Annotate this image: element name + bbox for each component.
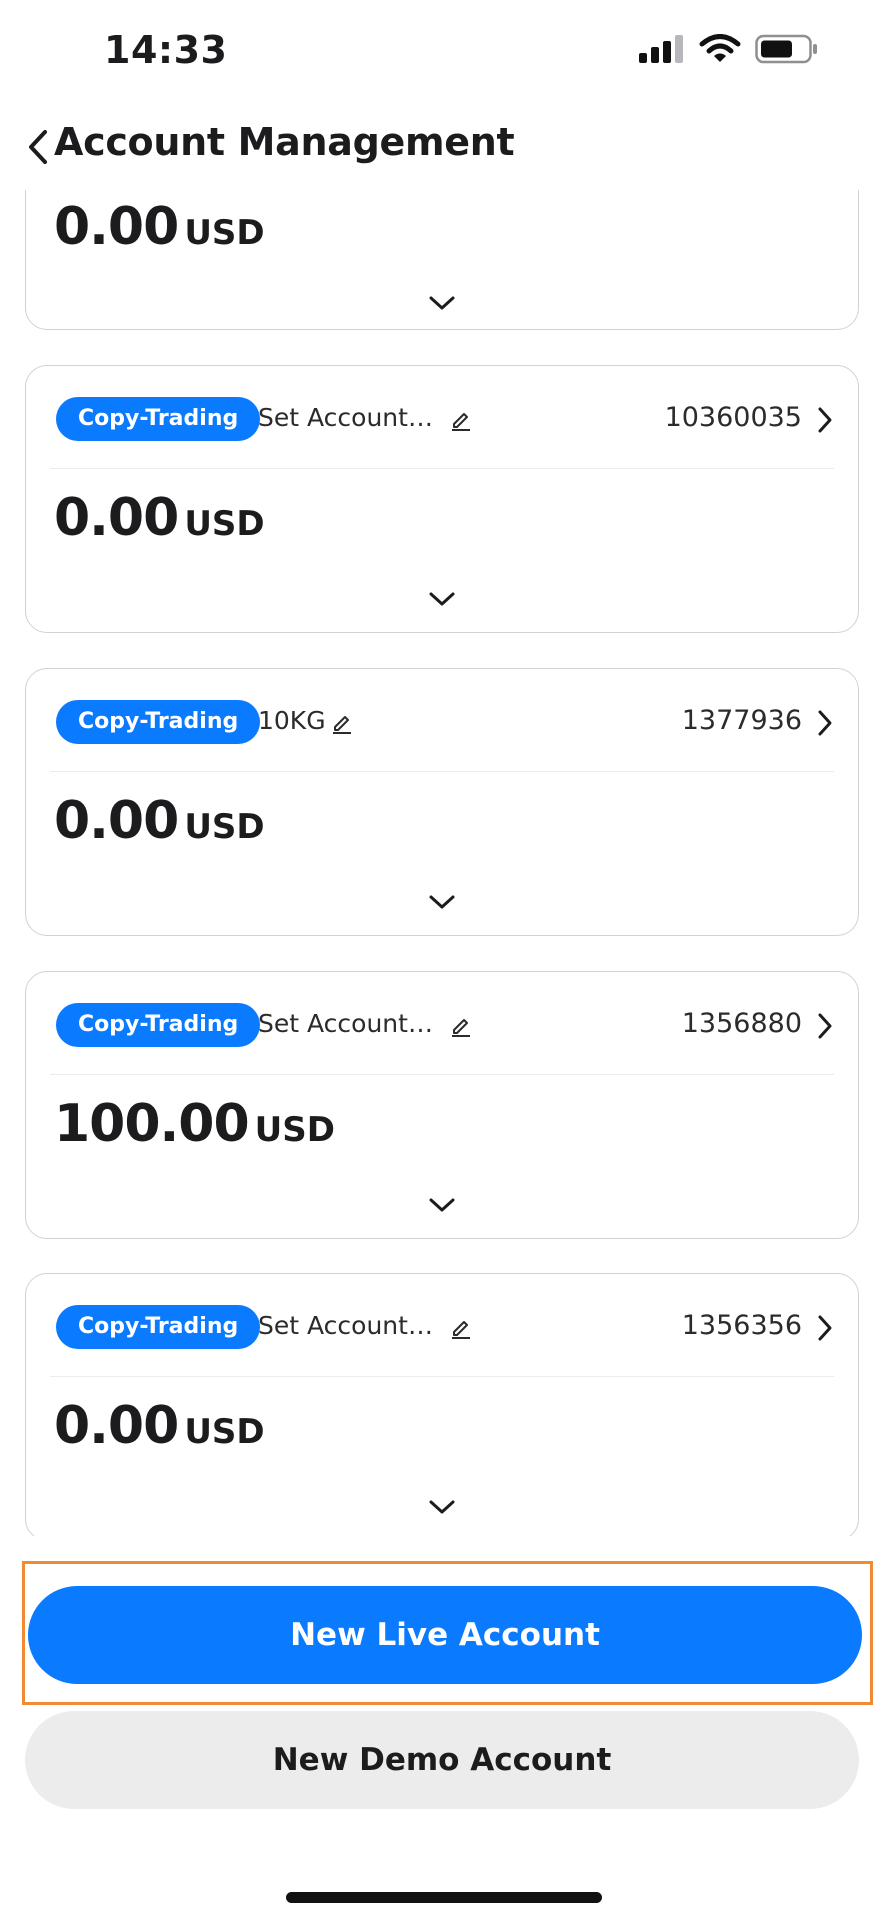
account-type-badge: Copy-Trading [56,1305,261,1349]
account-card-partial: 0.00 USD [25,188,859,330]
chevron-down-icon[interactable] [428,1497,456,1517]
divider [50,1376,834,1377]
chevron-right-icon[interactable] [814,1313,836,1343]
balance-amount: 0.00 [54,1396,179,1456]
divider [50,1074,834,1075]
account-number: 10360035 [664,402,802,433]
balance: 0.00 USD [54,197,265,257]
chevron-down-icon[interactable] [428,892,456,912]
new-demo-account-button[interactable]: New Demo Account [25,1711,859,1809]
account-card[interactable]: Copy-Trading Set Account… 10360035 0.00 U… [25,365,859,633]
balance: 0.00 USD [54,791,265,851]
status-time: 14:33 [104,28,228,72]
account-name: Set Account… [258,1311,433,1340]
status-icons [639,34,819,64]
account-list[interactable]: 0.00 USD Copy-Trading Set Account… 103600… [0,188,887,1536]
card-header[interactable]: Copy-Trading Set Account… 1356356 [26,1274,858,1376]
new-live-account-highlight: New Live Account [22,1561,873,1705]
account-type-badge: Copy-Trading [56,700,261,744]
account-number: 1377936 [681,705,802,736]
edit-icon[interactable] [330,710,354,734]
account-type-badge: Copy-Trading [56,397,261,441]
account-card[interactable]: Copy-Trading Set Account… 1356880 100.00… [25,971,859,1239]
chevron-right-icon[interactable] [814,1011,836,1041]
chevron-right-icon[interactable] [814,405,836,435]
edit-icon[interactable] [449,407,473,431]
balance-amount: 100.00 [54,1094,250,1154]
balance-currency: USD [184,504,265,544]
edit-icon[interactable] [449,1315,473,1339]
account-card[interactable]: Copy-Trading Set Account… 1356356 0.00 US… [25,1273,859,1536]
wifi-icon [699,34,741,62]
chevron-down-icon[interactable] [428,589,456,609]
balance: 100.00 USD [54,1094,335,1154]
balance: 0.00 USD [54,488,265,548]
balance-currency: USD [184,1412,265,1452]
account-number: 1356880 [681,1008,802,1039]
new-live-account-button[interactable]: New Live Account [28,1586,862,1684]
page-title: Account Management [54,120,515,164]
home-indicator [286,1892,602,1903]
account-name: 10KG [258,706,326,735]
card-header[interactable]: Copy-Trading Set Account… 10360035 [26,366,858,468]
balance-amount: 0.00 [54,791,179,851]
edit-icon[interactable] [449,1013,473,1037]
balance: 0.00 USD [54,1396,265,1456]
chevron-right-icon[interactable] [814,708,836,738]
status-bar: 14:33 [0,0,887,105]
account-name: Set Account… [258,1009,433,1038]
cellular-signal-icon [639,35,683,63]
balance-currency: USD [254,1110,335,1150]
account-number: 1356356 [681,1310,802,1341]
chevron-left-icon[interactable] [18,122,58,172]
battery-icon [755,34,817,64]
balance-amount: 0.00 [54,488,179,548]
balance-currency: USD [184,807,265,847]
divider [50,771,834,772]
chevron-down-icon[interactable] [428,1195,456,1215]
balance-currency: USD [184,213,265,253]
header: Account Management [0,110,887,190]
account-type-badge: Copy-Trading [56,1003,261,1047]
card-header[interactable]: Copy-Trading 10KG 1377936 [26,669,858,771]
account-card[interactable]: Copy-Trading 10KG 1377936 0.00 USD [25,668,859,936]
divider [50,468,834,469]
balance-amount: 0.00 [54,197,179,257]
chevron-down-icon[interactable] [428,293,456,313]
account-name: Set Account… [258,403,433,432]
card-header[interactable]: Copy-Trading Set Account… 1356880 [26,972,858,1074]
